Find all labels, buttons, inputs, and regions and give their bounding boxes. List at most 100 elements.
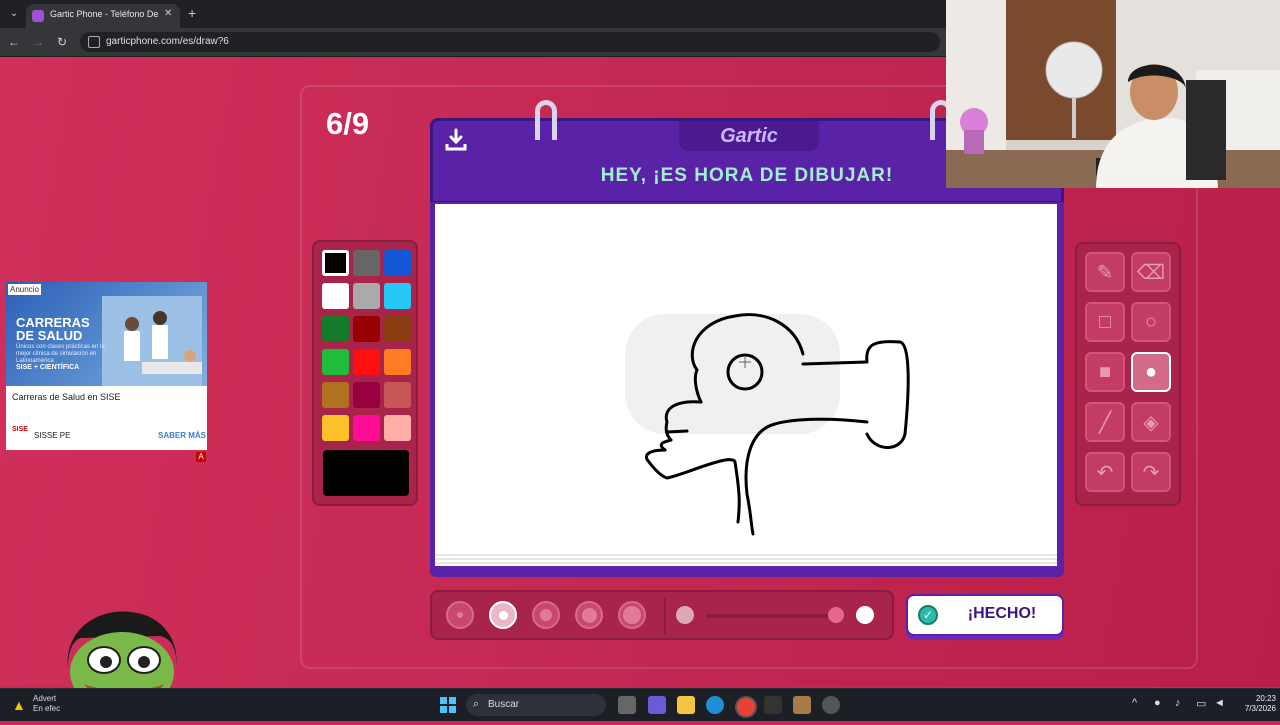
browser-tab[interactable]: Gartic Phone - Teléfono Descon ✕ <box>26 4 180 28</box>
chrome-icon[interactable] <box>735 696 757 718</box>
tray-app-icon[interactable]: ● <box>1154 697 1161 709</box>
drawing-board <box>430 202 1064 577</box>
divider <box>664 598 666 634</box>
undo-icon: ↶ <box>1096 461 1114 484</box>
line-tool[interactable]: ╱ <box>1085 402 1125 442</box>
brush-size-dot <box>540 609 552 621</box>
brush-size-dot <box>623 606 641 624</box>
color-swatch[interactable] <box>384 316 411 342</box>
tray-chevron-icon[interactable]: ^ <box>1132 697 1137 709</box>
taskbar-search[interactable]: ⌕ Buscar <box>466 694 606 716</box>
color-swatch[interactable] <box>353 316 380 342</box>
clock-date: 7/3/2026 <box>1244 704 1276 713</box>
task-view-icon[interactable] <box>618 696 636 714</box>
search-icon: ⌕ <box>473 698 480 710</box>
reload-icon[interactable]: ↻ <box>54 34 70 50</box>
redo-icon: ↷ <box>1142 461 1160 484</box>
color-swatch[interactable] <box>322 316 349 342</box>
volume-icon[interactable]: ◄ <box>1214 697 1225 709</box>
drawing-canvas[interactable] <box>435 204 1057 554</box>
notebook-page-edge <box>435 554 1057 566</box>
warning-line2: En efec <box>33 704 61 713</box>
advertisement[interactable]: Anuncio CARRERAS DE SALUD Únicos con cla… <box>6 282 207 450</box>
color-swatch[interactable] <box>384 283 411 309</box>
app-icon[interactable] <box>793 696 811 714</box>
color-swatch[interactable] <box>322 382 349 408</box>
eraser-tool[interactable]: ⌫ <box>1131 252 1171 292</box>
fill-bucket-tool[interactable]: ◈ <box>1131 402 1171 442</box>
color-swatch[interactable] <box>384 349 411 375</box>
opacity-low-icon[interactable] <box>676 606 694 624</box>
brush-size-button[interactable] <box>575 601 603 629</box>
site-info-icon[interactable] <box>88 36 100 48</box>
ad-title[interactable]: Carreras de Salud en SISE <box>12 392 121 402</box>
rectangle-outline-tool[interactable]: □ <box>1085 302 1125 342</box>
eraser-icon: ⌫ <box>1136 261 1166 284</box>
ad-cta-link[interactable]: SABER MÁS <box>158 431 206 440</box>
ad-photo-people <box>102 296 202 386</box>
tool-panel: ✎ ⌫ □ ○ ■ ● ╱ ◈ ↶ ↷ <box>1075 242 1181 506</box>
webcam-feed <box>946 0 1280 188</box>
microphone-icon[interactable]: ♪ <box>1175 697 1181 709</box>
color-swatch[interactable] <box>322 250 349 276</box>
opacity-slider-handle[interactable] <box>828 607 844 623</box>
square-outline-icon: □ <box>1098 310 1112 333</box>
tab-title: Gartic Phone - Teléfono Descon <box>50 9 158 19</box>
ellipse-fill-tool[interactable]: ● <box>1131 352 1171 392</box>
file-explorer-icon[interactable] <box>677 696 695 714</box>
network-icon[interactable]: ▭ <box>1196 697 1206 710</box>
tab-close-icon[interactable]: ✕ <box>164 8 172 19</box>
forward-arrow-icon[interactable]: → <box>30 34 46 50</box>
weather-warning[interactable]: Advert En efec <box>33 694 60 714</box>
brush-size-button[interactable] <box>489 601 517 629</box>
copilot-icon[interactable] <box>648 696 666 714</box>
rectangle-fill-tool[interactable]: ■ <box>1085 352 1125 392</box>
ad-subtext: Únicos con clases prácticas en la mejor … <box>16 344 105 364</box>
brush-size-button[interactable] <box>532 601 560 629</box>
pencil-icon: ✎ <box>1096 261 1114 284</box>
color-swatch[interactable] <box>322 283 349 309</box>
brush-size-button[interactable] <box>446 601 474 629</box>
new-tab-icon[interactable]: + <box>188 6 196 20</box>
store-icon[interactable] <box>764 696 782 714</box>
color-swatch[interactable] <box>353 349 380 375</box>
ad-image-brand: SISE + CIENTÍFICA <box>16 364 80 371</box>
windows-start-icon[interactable] <box>440 697 456 713</box>
color-swatch[interactable] <box>353 382 380 408</box>
pencil-tool[interactable]: ✎ <box>1085 252 1125 292</box>
brush-size-button[interactable] <box>618 601 646 629</box>
color-swatch[interactable] <box>384 382 411 408</box>
gartic-logo: Gartic <box>679 121 819 151</box>
checkmark-icon: ✓ <box>918 605 938 625</box>
color-swatch[interactable] <box>384 415 411 441</box>
color-swatch[interactable] <box>353 415 380 441</box>
back-arrow-icon[interactable]: ← <box>6 34 22 50</box>
undo-tool[interactable]: ↶ <box>1085 452 1125 492</box>
tab-search-chevron-icon[interactable]: ⌄ <box>6 6 22 22</box>
download-icon[interactable] <box>443 127 469 153</box>
done-button[interactable]: ✓ ¡HECHO! <box>906 594 1064 636</box>
round-counter: 6/9 <box>326 106 370 141</box>
url-text[interactable]: garticphone.com/es/draw?6 <box>106 36 229 47</box>
ad-choices-icon[interactable]: A <box>196 452 206 462</box>
obs-icon[interactable] <box>822 696 840 714</box>
color-swatch[interactable] <box>322 349 349 375</box>
color-swatch[interactable] <box>322 415 349 441</box>
webcam-overlay <box>946 0 1280 188</box>
redo-tool[interactable]: ↷ <box>1131 452 1171 492</box>
ellipse-outline-tool[interactable]: ○ <box>1131 302 1171 342</box>
clock[interactable]: 20:23 7/3/2026 <box>1236 694 1276 714</box>
opacity-slider[interactable] <box>706 614 838 618</box>
address-bar[interactable]: garticphone.com/es/draw?6 <box>80 32 940 52</box>
color-swatch[interactable] <box>384 250 411 276</box>
color-swatch[interactable] <box>353 250 380 276</box>
search-label: Buscar <box>488 699 520 710</box>
brush-size-dot <box>457 612 463 618</box>
brush-size-dot <box>498 610 508 620</box>
color-swatch[interactable] <box>353 283 380 309</box>
ad-image[interactable]: Anuncio CARRERAS DE SALUD Únicos con cla… <box>6 282 207 386</box>
edge-icon[interactable] <box>706 696 724 714</box>
brush-controls <box>430 590 894 640</box>
opacity-high-icon[interactable] <box>856 606 874 624</box>
warning-icon[interactable]: ▲ <box>12 697 26 713</box>
